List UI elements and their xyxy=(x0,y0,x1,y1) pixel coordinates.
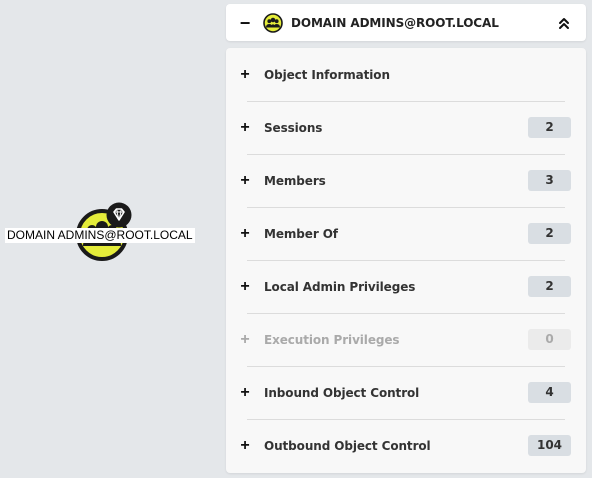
section-inbound-object-control[interactable]: + Inbound Object Control 4 xyxy=(226,366,586,419)
expand-plus-icon[interactable]: + xyxy=(239,225,251,242)
expand-plus-icon[interactable]: + xyxy=(239,437,251,454)
expand-plus-icon[interactable]: + xyxy=(239,384,251,401)
sections-panel: + Object Information + Sessions 2 + Memb… xyxy=(226,48,586,473)
section-local-admin-privileges[interactable]: + Local Admin Privileges 2 xyxy=(226,260,586,313)
section-label: Object Information xyxy=(264,67,390,82)
section-label: Inbound Object Control xyxy=(264,385,420,400)
expand-plus-icon: + xyxy=(240,330,250,348)
double-chevron-up-icon[interactable] xyxy=(557,16,571,30)
section-label: Member Of xyxy=(264,226,338,241)
node-header[interactable]: − DOMAIN ADMINS@ROOT.LOCAL xyxy=(226,4,586,41)
collapse-toggle-minus[interactable]: − xyxy=(238,14,252,32)
count-badge: 0 xyxy=(528,329,571,350)
count-badge: 2 xyxy=(528,276,571,297)
section-label: Members xyxy=(264,173,326,188)
count-badge: 4 xyxy=(528,382,571,403)
section-member-of[interactable]: + Member Of 2 xyxy=(226,207,586,260)
section-members[interactable]: + Members 3 xyxy=(226,154,586,207)
section-label: Outbound Object Control xyxy=(264,438,431,453)
expand-plus-icon[interactable]: + xyxy=(239,119,251,136)
group-icon xyxy=(263,12,283,33)
section-label: Execution Privileges xyxy=(264,332,400,347)
section-object-information[interactable]: + Object Information xyxy=(226,48,586,101)
expand-plus-icon[interactable]: + xyxy=(239,66,251,83)
count-badge: 2 xyxy=(528,117,571,138)
count-badge: 104 xyxy=(528,435,571,456)
section-execution-privileges: + Execution Privileges 0 xyxy=(226,313,586,366)
count-badge: 2 xyxy=(528,223,571,244)
count-badge: 3 xyxy=(528,170,571,191)
section-label: Sessions xyxy=(264,120,323,135)
section-label: Local Admin Privileges xyxy=(264,279,416,294)
expand-plus-icon[interactable]: + xyxy=(239,172,251,189)
expand-plus-icon[interactable]: + xyxy=(239,278,251,295)
header-title: DOMAIN ADMINS@ROOT.LOCAL xyxy=(291,15,499,30)
node-label: DOMAIN ADMINS@ROOT.LOCAL xyxy=(5,228,195,243)
section-sessions[interactable]: + Sessions 2 xyxy=(226,101,586,154)
section-outbound-object-control[interactable]: + Outbound Object Control 104 xyxy=(226,419,586,472)
gem-icon xyxy=(106,202,132,228)
